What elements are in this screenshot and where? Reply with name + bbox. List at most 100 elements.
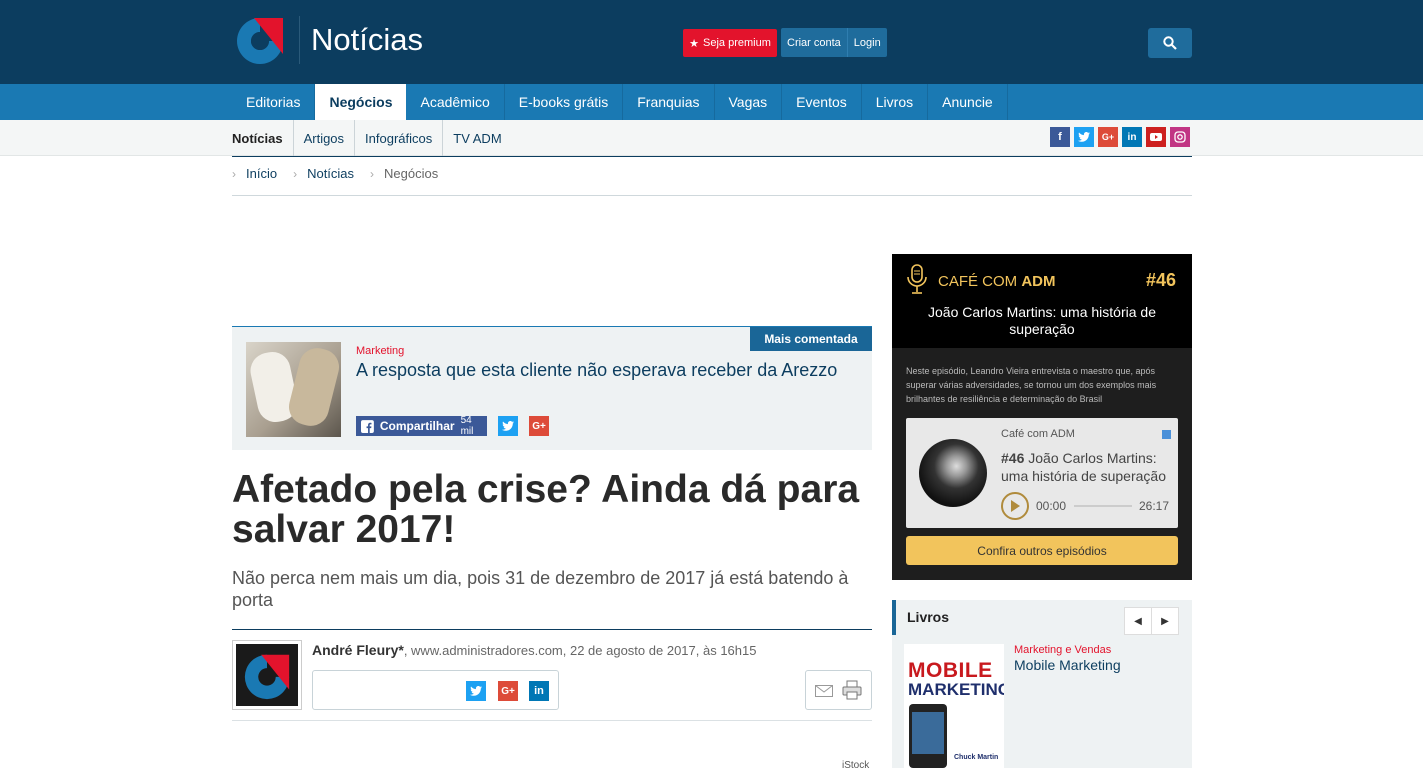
- most-commented-card: Mais comentada Marketing A resposta que …: [232, 326, 872, 450]
- subnav-item-tv-adm[interactable]: TV ADM: [443, 120, 511, 156]
- print-icon[interactable]: [842, 680, 862, 700]
- podcast-guest-photo: [919, 439, 987, 507]
- chevron-right-icon: ›: [232, 166, 236, 181]
- breadcrumb-news[interactable]: Notícias: [307, 166, 354, 181]
- account-buttons: Criar conta Login: [781, 28, 887, 57]
- twitter-icon: [470, 686, 482, 696]
- book-title[interactable]: Mobile Marketing: [1014, 657, 1121, 673]
- featured-title[interactable]: A resposta que esta cliente não esperava…: [356, 360, 837, 381]
- logo-divider: [299, 16, 300, 64]
- microphone-icon: [907, 264, 927, 294]
- social-links: f G+ in: [1050, 127, 1190, 147]
- article-tools: [805, 670, 872, 710]
- twitter-icon: [502, 421, 514, 431]
- instagram-icon[interactable]: [1170, 127, 1190, 147]
- twitter-share-button[interactable]: [498, 416, 518, 436]
- article-byline: André Fleury*, www.administradores.com, …: [312, 642, 756, 658]
- share-label: Compartilhar: [379, 419, 455, 433]
- main-nav: Editorias Negócios Acadêmico E-books grátis…: [0, 84, 1423, 120]
- play-icon: [1011, 500, 1020, 512]
- book-category[interactable]: Marketing e Vendas: [1014, 644, 1111, 656]
- podcast-player: Café com ADM #46 João Carlos Martins: um…: [906, 418, 1178, 528]
- podcast-episode-title[interactable]: João Carlos Martins: uma história de sup…: [908, 304, 1176, 338]
- subnav-item-not-cias[interactable]: Notícias: [232, 120, 294, 156]
- nav-item-acad-mico[interactable]: Acadêmico: [406, 84, 505, 120]
- google-plus-icon: G+: [532, 420, 546, 432]
- facebook-share-button[interactable]: Compartilhar 54 mil: [356, 415, 487, 437]
- site-logo[interactable]: [233, 14, 287, 64]
- linkedin-share-button[interactable]: in: [529, 681, 549, 701]
- play-button[interactable]: [1001, 492, 1029, 520]
- author-avatar[interactable]: [232, 640, 302, 710]
- nav-item-editorias[interactable]: Editorias: [232, 84, 316, 120]
- nav-item-livros[interactable]: Livros: [862, 84, 929, 120]
- nav-item-franquias[interactable]: Franquias: [623, 84, 715, 120]
- login-button[interactable]: Login: [848, 28, 887, 57]
- books-widget: Livros ◀ ▶ MOBILE MARKETING Chuck Martin…: [892, 600, 1192, 768]
- nav-item-neg-cios[interactable]: Negócios: [315, 84, 407, 120]
- sub-nav: Notícias Artigos Infográficos TV ADM: [0, 120, 1423, 156]
- other-episodes-button[interactable]: Confira outros episódios: [906, 536, 1178, 565]
- divider: [232, 720, 872, 721]
- breadcrumb-current: Negócios: [384, 166, 439, 181]
- google-plus-share-button[interactable]: G+: [529, 416, 549, 436]
- image-credit: iStock: [842, 760, 870, 768]
- featured-thumbnail[interactable]: [246, 342, 341, 437]
- top-header: Notícias ★ Seja premium Criar conta Logi…: [0, 0, 1423, 84]
- player-logo-icon[interactable]: [1162, 430, 1171, 439]
- google-plus-icon[interactable]: G+: [1098, 127, 1118, 147]
- chevron-left-icon[interactable]: ◀: [1125, 608, 1152, 634]
- google-plus-share-button[interactable]: G+: [498, 681, 518, 701]
- create-account-button[interactable]: Criar conta: [781, 28, 847, 57]
- subnav-item-infogr-ficos[interactable]: Infográficos: [355, 120, 444, 156]
- article-subtitle: Não perca nem mais um dia, pois 31 de de…: [232, 568, 849, 610]
- author-name[interactable]: André Fleury*: [312, 642, 404, 658]
- facebook-icon[interactable]: f: [1050, 127, 1070, 147]
- podcast-description: Neste episódio, Leandro Vieira entrevist…: [906, 366, 1157, 404]
- player-progress-bar[interactable]: [1074, 505, 1132, 507]
- book-cover[interactable]: MOBILE MARKETING Chuck Martin: [904, 644, 1004, 768]
- youtube-icon[interactable]: [1146, 127, 1166, 147]
- nav-item-vagas[interactable]: Vagas: [715, 84, 783, 120]
- chevron-right-icon[interactable]: ▶: [1152, 608, 1178, 634]
- email-icon[interactable]: [815, 685, 833, 697]
- linkedin-icon[interactable]: in: [1122, 127, 1142, 147]
- accent-bar: [892, 600, 896, 635]
- chevron-right-icon: ›: [370, 166, 375, 181]
- player-total-time: 26:17: [1139, 499, 1170, 513]
- player-show-name: Café com ADM: [1001, 428, 1075, 440]
- search-icon: [1163, 36, 1177, 50]
- premium-button[interactable]: ★ Seja premium: [683, 29, 777, 57]
- podcast-widget: CAFÉ COM ADM #46 João Carlos Martins: um…: [892, 254, 1192, 580]
- podcast-episode-number: #46: [1145, 270, 1176, 290]
- page: Notícias ★ Seja premium Criar conta Logi…: [0, 0, 1423, 768]
- books-title: Livros: [907, 609, 950, 625]
- nav-item-e-books-gr-tis[interactable]: E-books grátis: [505, 84, 624, 120]
- books-carousel-nav: ◀ ▶: [1124, 607, 1179, 635]
- premium-label: Seja premium: [703, 37, 771, 49]
- player-current-time: 00:00: [1036, 499, 1067, 513]
- star-icon: ★: [689, 37, 699, 50]
- podcast-header: CAFÉ COM ADM #46 João Carlos Martins: um…: [892, 254, 1192, 348]
- divider: [232, 629, 872, 630]
- chevron-right-icon: ›: [293, 166, 298, 181]
- nav-item-eventos[interactable]: Eventos: [782, 84, 862, 120]
- byline-details: , www.administradores.com, 22 de agosto …: [403, 643, 757, 658]
- site-title[interactable]: Notícias: [311, 22, 423, 58]
- subnav-item-artigos[interactable]: Artigos: [294, 120, 356, 156]
- search-button[interactable]: [1148, 28, 1192, 58]
- article-title: Afetado pela crise? Ainda dá para salvar…: [232, 468, 860, 551]
- nav-item-anuncie[interactable]: Anuncie: [928, 84, 1008, 120]
- share-count: 54 mil: [460, 415, 474, 437]
- twitter-share-button[interactable]: [466, 681, 486, 701]
- divider: [232, 195, 1192, 196]
- podcast-label[interactable]: CAFÉ COM ADM: [938, 273, 1056, 290]
- twitter-icon[interactable]: [1074, 127, 1094, 147]
- breadcrumb-home[interactable]: Início: [246, 166, 277, 181]
- player-episode-title: #46 João Carlos Martins: uma história de…: [1001, 450, 1166, 484]
- facebook-icon: [361, 419, 374, 433]
- divider: [232, 156, 1192, 157]
- featured-category[interactable]: Marketing: [356, 345, 404, 357]
- breadcrumb: › Início › Notícias › Negócios: [232, 166, 454, 181]
- most-commented-badge: Mais comentada: [750, 327, 872, 351]
